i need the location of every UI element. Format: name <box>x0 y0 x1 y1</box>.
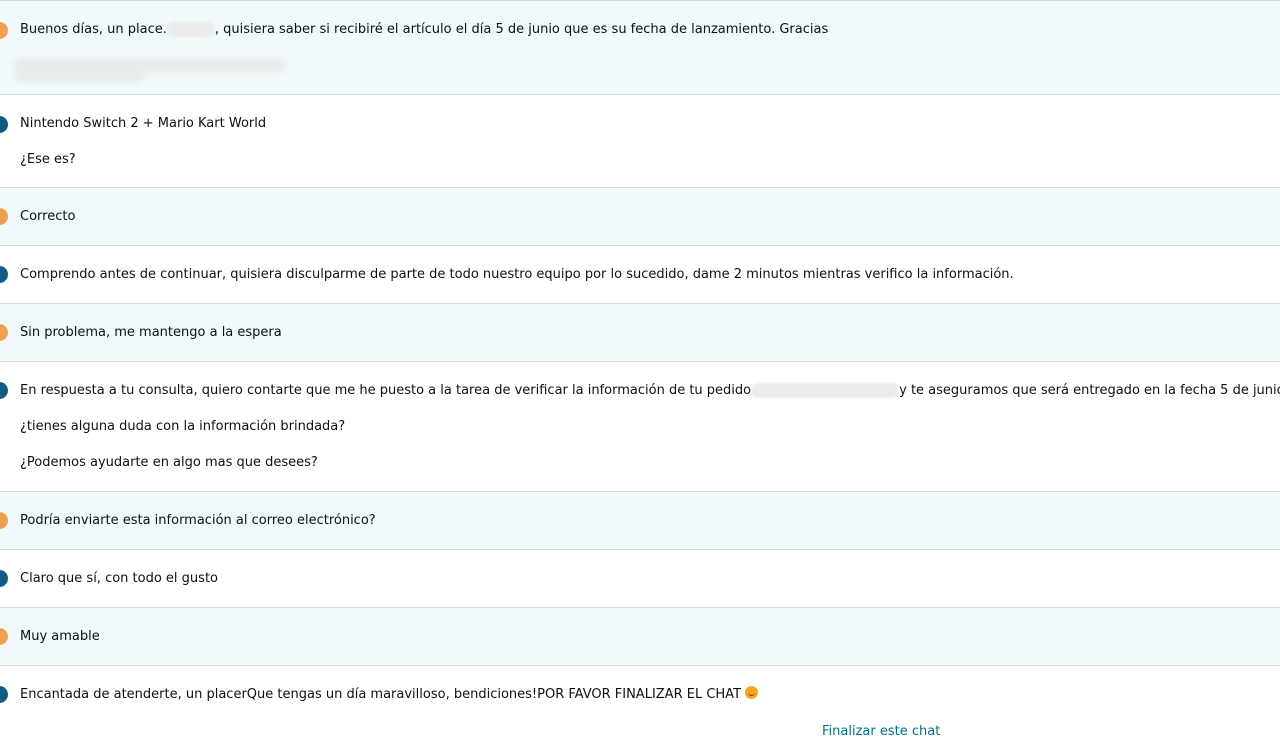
message-text: Nintendo Switch 2 + Mario Kart World <box>20 116 267 131</box>
chat-message-customer: Podría enviarte esta información al corr… <box>0 492 1280 550</box>
chat-message-customer: Muy amable <box>0 608 1280 666</box>
customer-avatar-dot <box>0 324 8 341</box>
message-text: ¿tienes alguna duda con la información b… <box>20 419 346 434</box>
message-text: Buenos días, un place. , quisiera saber s… <box>20 21 828 39</box>
message-text: Podría enviarte esta información al corr… <box>20 513 376 528</box>
message-text: Claro que sí, con todo el gusto <box>20 571 218 586</box>
message-text: En respuesta a tu consulta, quiero conta… <box>20 382 1280 400</box>
agent-avatar-dot <box>0 570 8 587</box>
chat-message-agent: En respuesta a tu consulta, quiero conta… <box>0 362 1280 492</box>
message-text-part: Encantada de atenderte, un placerQue ten… <box>20 687 742 702</box>
customer-avatar-dot <box>0 512 8 529</box>
chat-message-customer: Correcto <box>0 188 1280 246</box>
chat-message-customer: Sin problema, me mantengo a la espera <box>0 304 1280 362</box>
chat-message-agent: Claro que sí, con todo el gusto <box>0 550 1280 608</box>
chat-message-agent: Comprendo antes de continuar, quisiera d… <box>0 246 1280 304</box>
message-text: Comprendo antes de continuar, quisiera d… <box>20 267 1014 282</box>
customer-avatar-dot <box>0 628 8 645</box>
message-text: Sin problema, me mantengo a la espera <box>20 325 282 340</box>
agent-avatar-dot <box>0 116 8 133</box>
message-text: ¿Podemos ayudarte en algo mas que desees… <box>20 455 318 470</box>
message-text-part: , quisiera saber si recibiré el artículo… <box>214 22 829 37</box>
redacted-text <box>751 383 900 398</box>
message-text-part: En respuesta a tu consulta, quiero conta… <box>20 383 752 398</box>
agent-avatar-dot <box>0 686 8 703</box>
redacted-text <box>166 22 215 37</box>
message-text-part: Buenos días, un place. <box>20 22 167 37</box>
redacted-text <box>14 69 144 82</box>
end-chat-link[interactable]: Finalizar este chat <box>822 723 940 741</box>
agent-avatar-dot <box>0 266 8 283</box>
smiling-face-icon <box>745 686 759 699</box>
customer-avatar-dot <box>0 22 8 39</box>
customer-avatar-dot <box>0 208 8 225</box>
message-text: ¿Ese es? <box>20 152 76 167</box>
message-text: Correcto <box>20 209 76 224</box>
chat-message-agent: Encantada de atenderte, un placerQue ten… <box>0 666 1280 744</box>
agent-avatar-dot <box>0 382 8 399</box>
chat-transcript: Buenos días, un place. , quisiera saber s… <box>0 0 1280 744</box>
chat-message-customer: Buenos días, un place. , quisiera saber s… <box>0 1 1280 95</box>
message-text-part: y te aseguramos que será entregado en la… <box>899 383 1280 398</box>
message-text: Encantada de atenderte, un placerQue ten… <box>20 686 759 704</box>
message-text: Muy amable <box>20 629 100 644</box>
chat-message-agent: Nintendo Switch 2 + Mario Kart World ¿Es… <box>0 95 1280 188</box>
